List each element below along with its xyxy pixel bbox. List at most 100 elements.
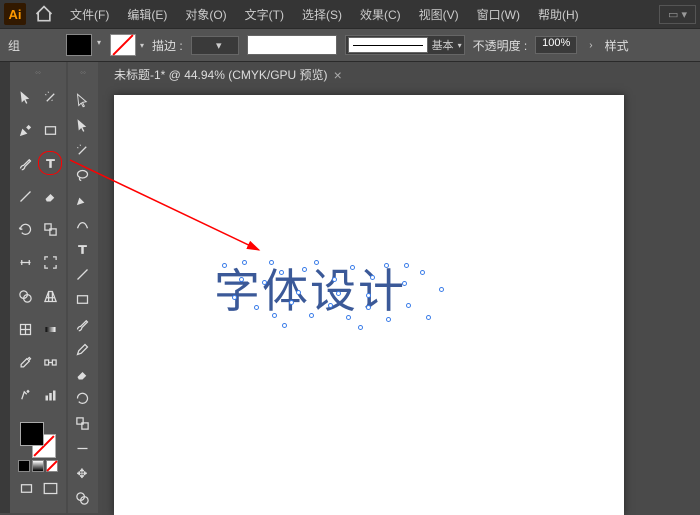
menu-text[interactable]: 文字(T) bbox=[237, 2, 292, 27]
anchor-point[interactable] bbox=[426, 315, 431, 320]
line-tool[interactable] bbox=[14, 186, 36, 208]
free-transform-tool[interactable] bbox=[39, 252, 61, 274]
anchor-point[interactable] bbox=[366, 293, 371, 298]
mesh-tool[interactable] bbox=[14, 318, 36, 340]
fill-swatch[interactable] bbox=[66, 34, 92, 56]
menu-help[interactable]: 帮助(H) bbox=[530, 2, 587, 27]
lasso-tool-2[interactable] bbox=[71, 165, 93, 186]
next-arrow-icon[interactable]: › bbox=[585, 40, 596, 51]
anchor-point[interactable] bbox=[272, 313, 277, 318]
anchor-point[interactable] bbox=[269, 260, 274, 265]
eraser-tool[interactable] bbox=[39, 186, 61, 208]
direct-selection-tool-2[interactable] bbox=[71, 115, 93, 136]
line-tool-2[interactable] bbox=[71, 264, 93, 285]
anchor-point[interactable] bbox=[370, 275, 375, 280]
layout-switcher[interactable]: ▭ ▾ bbox=[659, 5, 696, 24]
anchor-point[interactable] bbox=[420, 270, 425, 275]
anchor-point[interactable] bbox=[404, 263, 409, 268]
close-icon[interactable]: × bbox=[334, 67, 342, 83]
screen-mode-normal[interactable] bbox=[15, 478, 37, 500]
anchor-point[interactable] bbox=[279, 270, 284, 275]
gradient-tool[interactable] bbox=[39, 318, 61, 340]
symbol-sprayer-tool[interactable] bbox=[14, 385, 36, 407]
anchor-point[interactable] bbox=[314, 260, 319, 265]
eraser-tool-2[interactable] bbox=[71, 364, 93, 385]
menu-edit[interactable]: 编辑(E) bbox=[119, 2, 175, 27]
rotate-tool[interactable] bbox=[14, 219, 36, 241]
anchor-point[interactable] bbox=[332, 277, 337, 282]
home-icon[interactable] bbox=[34, 4, 54, 24]
document-tab-title: 未标题-1* @ 44.94% (CMYK/GPU 预览) bbox=[114, 66, 328, 83]
free-transform-tool-2[interactable]: ✥ bbox=[71, 463, 93, 484]
width-tool[interactable] bbox=[14, 252, 36, 274]
blend-tool[interactable] bbox=[39, 351, 61, 373]
column-graph-tool[interactable] bbox=[39, 385, 61, 407]
color-mode-none[interactable] bbox=[46, 460, 58, 472]
scale-tool[interactable] bbox=[39, 219, 61, 241]
menu-view[interactable]: 视图(V) bbox=[411, 2, 467, 27]
rectangle-tool-2[interactable] bbox=[71, 289, 93, 310]
type-tool[interactable] bbox=[39, 152, 61, 174]
anchor-point[interactable] bbox=[309, 313, 314, 318]
document-tab-bar: 未标题-1* @ 44.94% (CMYK/GPU 预览) × bbox=[98, 62, 700, 87]
pen-tool-2[interactable] bbox=[71, 190, 93, 211]
anchor-point[interactable] bbox=[328, 303, 333, 308]
document-tab[interactable]: 未标题-1* @ 44.94% (CMYK/GPU 预览) × bbox=[106, 62, 350, 87]
anchor-point[interactable] bbox=[350, 265, 355, 270]
extra-field[interactable] bbox=[247, 35, 337, 55]
anchor-point[interactable] bbox=[232, 295, 237, 300]
magic-wand-tool-2[interactable] bbox=[71, 140, 93, 161]
magic-wand-tool[interactable] bbox=[39, 86, 61, 108]
pencil-tool-2[interactable] bbox=[71, 339, 93, 360]
anchor-point[interactable] bbox=[302, 267, 307, 272]
menu-file[interactable]: 文件(F) bbox=[62, 2, 117, 27]
canvas-area: 未标题-1* @ 44.94% (CMYK/GPU 预览) × 字体设计 bbox=[98, 62, 700, 513]
anchor-point[interactable] bbox=[386, 317, 391, 322]
rectangle-tool[interactable] bbox=[39, 119, 61, 141]
color-mode-gradient[interactable] bbox=[32, 460, 44, 472]
anchor-point[interactable] bbox=[242, 260, 247, 265]
screen-mode-full[interactable] bbox=[39, 478, 61, 500]
shape-builder-tool-2[interactable] bbox=[71, 488, 93, 509]
stroke-swatch[interactable] bbox=[110, 34, 136, 56]
curvature-tool-2[interactable] bbox=[71, 214, 93, 235]
anchor-point[interactable] bbox=[222, 263, 227, 268]
scale-tool-2[interactable] bbox=[71, 413, 93, 434]
opacity-input[interactable]: 100% bbox=[535, 36, 577, 54]
selection-tool-2[interactable] bbox=[71, 90, 93, 111]
brush-tool[interactable] bbox=[14, 152, 36, 174]
artboard[interactable]: 字体设计 bbox=[114, 95, 624, 515]
anchor-point[interactable] bbox=[296, 290, 301, 295]
anchor-point[interactable] bbox=[384, 263, 389, 268]
menu-window[interactable]: 窗口(W) bbox=[469, 2, 528, 27]
foreground-color[interactable] bbox=[20, 422, 44, 446]
menu-select[interactable]: 选择(S) bbox=[294, 2, 350, 27]
stroke-weight-dropdown[interactable]: ▾ bbox=[191, 36, 239, 55]
rotate-tool-2[interactable] bbox=[71, 389, 93, 410]
anchor-point[interactable] bbox=[254, 305, 259, 310]
paintbrush-tool-2[interactable] bbox=[71, 314, 93, 335]
shape-builder-tool[interactable] bbox=[14, 285, 36, 307]
perspective-tool[interactable] bbox=[39, 285, 61, 307]
menu-effect[interactable]: 效果(C) bbox=[352, 2, 409, 27]
anchor-point[interactable] bbox=[439, 287, 444, 292]
anchor-point[interactable] bbox=[358, 325, 363, 330]
anchor-point[interactable] bbox=[262, 280, 267, 285]
foreground-background-color[interactable] bbox=[20, 422, 56, 458]
width-tool-2[interactable] bbox=[71, 438, 93, 459]
color-mode-solid[interactable] bbox=[18, 460, 30, 472]
anchor-point[interactable] bbox=[282, 323, 287, 328]
eyedropper-tool[interactable] bbox=[14, 351, 36, 373]
type-tool-2[interactable] bbox=[71, 239, 93, 260]
selection-tool[interactable] bbox=[14, 86, 36, 108]
anchor-point[interactable] bbox=[366, 305, 371, 310]
menu-object[interactable]: 对象(O) bbox=[177, 2, 234, 27]
anchor-point[interactable] bbox=[289, 300, 294, 305]
anchor-point[interactable] bbox=[239, 277, 244, 282]
anchor-point[interactable] bbox=[346, 315, 351, 320]
anchor-point[interactable] bbox=[402, 281, 407, 286]
anchor-point[interactable] bbox=[406, 303, 411, 308]
anchor-point[interactable] bbox=[336, 291, 341, 296]
pen-tool[interactable] bbox=[14, 119, 36, 141]
style-preview[interactable] bbox=[348, 37, 428, 53]
